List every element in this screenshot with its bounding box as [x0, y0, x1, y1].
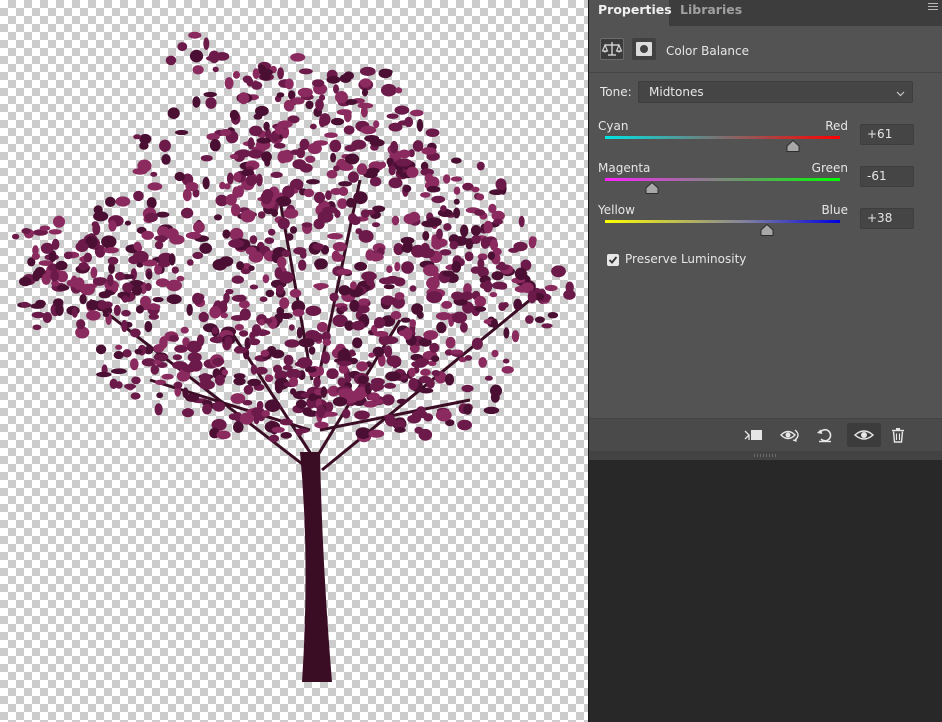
magenta-green-slider-group: Magenta Green -61 — [589, 161, 942, 201]
magenta-green-slider-track[interactable] — [605, 178, 840, 181]
cyan-label: Cyan — [598, 119, 629, 133]
reset-button[interactable] — [812, 423, 840, 447]
red-label: Red — [825, 119, 848, 133]
magenta-green-value-input[interactable]: -61 — [860, 166, 914, 187]
yellow-blue-slider-track[interactable] — [605, 220, 840, 223]
adjustment-header: Color Balance — [589, 26, 942, 72]
tone-label: Tone: — [600, 85, 632, 99]
view-previous-state-button[interactable] — [776, 423, 804, 447]
cyan-red-slider-group: Cyan Red +61 — [589, 119, 942, 159]
adjustment-title: Color Balance — [666, 44, 750, 58]
resize-grip-icon[interactable] — [754, 454, 776, 457]
clip-to-layer-button[interactable] — [739, 423, 767, 447]
properties-panel: Properties Libraries Color Balance Tone:… — [589, 0, 942, 460]
toggle-visibility-button[interactable] — [847, 423, 881, 447]
layer-mask-icon[interactable] — [632, 38, 656, 60]
document-canvas[interactable] — [0, 0, 588, 722]
header-separator — [589, 72, 942, 73]
preserve-luminosity-checkbox[interactable] — [607, 254, 619, 266]
preserve-luminosity-label: Preserve Luminosity — [625, 252, 747, 266]
cyan-red-slider-track[interactable] — [605, 136, 840, 139]
magenta-label: Magenta — [598, 161, 651, 175]
cyan-red-value-input[interactable]: +61 — [860, 124, 914, 145]
tone-dropdown-value: Midtones — [649, 85, 704, 99]
color-balance-scales-icon[interactable] — [600, 38, 624, 60]
yellow-label: Yellow — [598, 203, 635, 217]
cyan-red-slider-thumb[interactable] — [786, 139, 800, 152]
panel-tab-bar: Properties Libraries — [589, 0, 942, 26]
tree-image — [11, 31, 576, 682]
yellow-blue-value-input[interactable]: +38 — [860, 208, 914, 229]
green-label: Green — [811, 161, 848, 175]
chevron-down-icon — [896, 85, 905, 105]
magenta-green-slider-thumb[interactable] — [645, 181, 659, 194]
tab-libraries[interactable]: Libraries — [671, 0, 742, 26]
panel-resize-bar[interactable] — [589, 451, 942, 460]
delete-adjustment-button[interactable] — [886, 423, 914, 447]
blue-label: Blue — [821, 203, 848, 217]
tab-properties[interactable]: Properties — [589, 0, 672, 26]
panel-footer-toolbar — [589, 418, 942, 451]
yellow-blue-slider-thumb[interactable] — [760, 223, 774, 236]
tone-dropdown[interactable]: Midtones — [638, 81, 913, 103]
yellow-blue-slider-group: Yellow Blue +38 — [589, 203, 942, 243]
panel-menu-icon[interactable] — [928, 3, 938, 12]
